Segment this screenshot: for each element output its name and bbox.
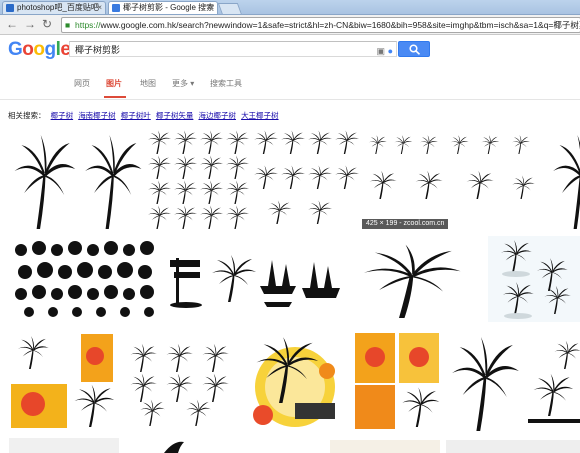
image-result[interactable] xyxy=(528,331,580,431)
image-result[interactable] xyxy=(80,129,144,229)
tab-maps[interactable]: 地图 xyxy=(140,78,156,89)
tab-search-tools[interactable]: 搜索工具 xyxy=(210,78,242,89)
browser-toolbar: ← → ↻ ■ https://www.google.com.hk/search?… xyxy=(0,15,580,35)
back-arrow-icon[interactable]: ← xyxy=(6,17,18,31)
tab-images[interactable]: 图片 xyxy=(106,78,122,89)
google-favicon-icon xyxy=(112,4,120,12)
image-result[interactable] xyxy=(446,440,580,453)
logo-letter: o xyxy=(22,39,34,60)
related-link[interactable]: 椰子树矢量 xyxy=(156,111,194,120)
image-result[interactable] xyxy=(548,129,580,229)
logo-letter: G xyxy=(8,39,23,60)
image-result[interactable] xyxy=(446,331,522,431)
related-label: 相关搜索： xyxy=(8,111,46,120)
image-result[interactable] xyxy=(353,331,441,431)
search-button[interactable] xyxy=(398,41,430,57)
image-result[interactable] xyxy=(124,340,236,426)
close-tab-icon[interactable]: × xyxy=(209,2,214,14)
tab-more[interactable]: 更多 ▾ xyxy=(172,78,194,89)
image-result[interactable]: 425 × 199 - zcool.com.cn xyxy=(362,129,546,229)
related-searches: 相关搜索： 椰子树 海南椰子树 椰子树叶 椰子树矢量 海边椰子树 大王椰子树 xyxy=(8,110,279,121)
browser-tab-bar: photoshop吧_百度贴吧 × 椰子树剪影 - Google 搜索 × xyxy=(0,0,580,15)
image-result[interactable] xyxy=(355,240,465,318)
active-tab-indicator xyxy=(104,96,126,98)
browser-tab-2[interactable]: 椰子树剪影 - Google 搜索 × xyxy=(108,1,218,14)
browser-tab-1-title: photoshop吧_百度贴吧 xyxy=(17,3,99,12)
address-bar[interactable]: ■ https://www.google.com.hk/search?newwin… xyxy=(61,17,580,33)
image-result[interactable] xyxy=(146,129,250,229)
camera-icon[interactable]: ▣ xyxy=(377,46,386,56)
search-query: 椰子树剪影 xyxy=(75,45,121,55)
browser-tab-1[interactable]: photoshop吧_百度贴吧 × xyxy=(2,1,106,14)
image-result[interactable] xyxy=(168,248,348,308)
related-link[interactable]: 海南椰子树 xyxy=(78,111,116,120)
image-result[interactable] xyxy=(252,129,360,229)
reload-icon[interactable]: ↻ xyxy=(42,17,52,31)
search-input[interactable]: 椰子树剪影 ▣ ● xyxy=(69,41,397,57)
forward-arrow-icon[interactable]: → xyxy=(24,17,36,31)
close-tab-icon[interactable]: × xyxy=(97,2,102,14)
image-result[interactable] xyxy=(243,331,346,433)
related-link[interactable]: 海边椰子树 xyxy=(198,111,236,120)
magnifier-icon xyxy=(409,44,421,55)
microphone-icon[interactable]: ● xyxy=(388,46,393,56)
image-result[interactable] xyxy=(9,332,119,432)
related-link[interactable]: 椰子树 xyxy=(51,111,74,120)
image-result[interactable] xyxy=(330,440,440,453)
tab-web[interactable]: 网页 xyxy=(74,78,90,89)
url-text: www.google.com.hk/search?newwindow=1&saf… xyxy=(100,20,580,30)
lock-icon: ■ xyxy=(65,20,71,30)
image-result[interactable] xyxy=(9,129,78,229)
image-result[interactable] xyxy=(9,438,119,453)
image-result[interactable] xyxy=(124,440,234,453)
google-logo[interactable]: Google xyxy=(8,39,71,61)
new-tab-button[interactable] xyxy=(217,3,243,15)
related-link[interactable]: 椰子树叶 xyxy=(121,111,151,120)
logo-letter: g xyxy=(44,39,57,60)
browser-tab-2-title: 椰子树剪影 - Google 搜索 xyxy=(123,3,215,12)
image-size-caption: 425 × 199 - zcool.com.cn xyxy=(362,219,449,229)
logo-letter: o xyxy=(33,39,45,60)
related-link[interactable]: 大王椰子树 xyxy=(241,111,279,120)
search-type-tabs: 网页 图片 地图 更多 ▾ 搜索工具 xyxy=(0,70,580,100)
baidu-favicon-icon xyxy=(6,4,14,12)
url-scheme: https:// xyxy=(75,20,101,30)
image-result[interactable] xyxy=(488,236,580,322)
image-result[interactable] xyxy=(9,236,161,322)
